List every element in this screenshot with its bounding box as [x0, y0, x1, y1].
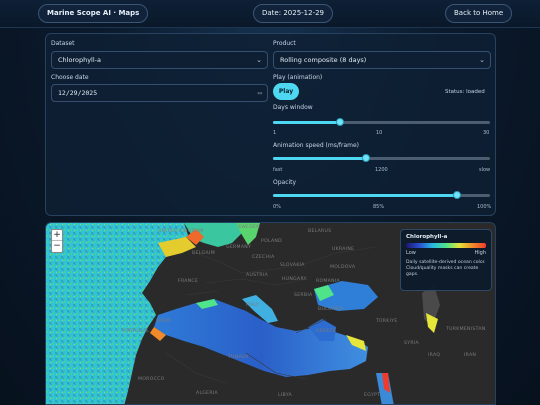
- speed-label: Animation speed (ms/frame): [273, 142, 359, 149]
- days-window-label: Days window: [273, 104, 313, 111]
- date-input-value: 12/29/2025: [58, 89, 98, 97]
- slider-max-label: 100%: [477, 204, 492, 210]
- map-label-moldova: MOLDOVA: [330, 265, 356, 270]
- controls-panel: Dataset Chlorophyll-a ⌄ Choose date 12/2…: [45, 33, 496, 216]
- date-picker-label: Choose date: [51, 74, 89, 81]
- dataset-value: Chlorophyll-a: [58, 56, 101, 64]
- calendar-icon[interactable]: ▭: [258, 85, 262, 101]
- map-label-algeria: ALGERIA: [196, 391, 218, 396]
- map-label-belgium: BELGIUM: [192, 251, 215, 256]
- date-display: Date: 2025-12-29: [253, 4, 334, 23]
- map-label-ukraine: UKRAINE: [332, 247, 355, 252]
- map-label-iraq: IRAQ: [428, 353, 441, 358]
- slider-mid-label: 1200: [375, 167, 388, 173]
- map-label-austria: AUSTRIA: [246, 273, 269, 278]
- opacity-label: Opacity: [273, 179, 297, 186]
- map-label-greece: GREECE: [316, 329, 337, 334]
- map-label-libya: LIBYA: [278, 393, 292, 398]
- map-label-romania: ROMANIA: [316, 279, 340, 284]
- product-select[interactable]: Rolling composite (8 days) ⌄: [273, 51, 491, 69]
- map-label-uk: UNITED KINGDOM: [158, 229, 204, 234]
- map-label-italy: ITALY: [246, 303, 260, 308]
- map-legend: Chlorophyll-a Low High Daily satellite-d…: [400, 229, 492, 291]
- map-label-sweden: SWEDEN: [238, 225, 261, 230]
- map-label-belarus: BELARUS: [308, 229, 332, 234]
- chevron-down-icon: ⌄: [256, 56, 262, 64]
- date-value: 2025-12-29: [283, 9, 325, 17]
- map-label-egypt: EGYPT: [364, 393, 381, 398]
- slider-fill: [273, 121, 341, 124]
- map-label-bulgaria: BULGARIA: [318, 307, 344, 312]
- slider-fill: [273, 157, 367, 160]
- app-title: Marine Scope AI · Maps: [38, 4, 149, 23]
- back-to-home-button[interactable]: Back to Home: [445, 4, 513, 23]
- product-label: Product: [273, 40, 296, 47]
- slider-max-label: slow: [479, 167, 491, 173]
- speed-slider[interactable]: [273, 154, 490, 162]
- days-window-slider[interactable]: [273, 118, 490, 126]
- map-label-poland: POLAND: [261, 239, 282, 244]
- zoom-in-button[interactable]: +: [52, 230, 62, 241]
- legend-color-scale: [406, 243, 486, 248]
- slider-min-label: fast: [273, 167, 283, 173]
- top-bar: Marine Scope AI · Maps Date: 2025-12-29 …: [0, 0, 540, 28]
- slider-mid-label: 85%: [373, 204, 385, 210]
- map-label-turkmenistan: TURKMENISTAN: [446, 327, 486, 332]
- map-label-spain: SPAIN: [156, 319, 171, 324]
- status-text: Status: loaded: [445, 89, 485, 95]
- chevron-down-icon: ⌄: [479, 56, 485, 64]
- map-label-tunisia: TUNISIA: [228, 355, 249, 360]
- dataset-label: Dataset: [51, 40, 75, 47]
- date-input[interactable]: 12/29/2025 ▭: [51, 84, 268, 102]
- slider-fill: [273, 194, 458, 197]
- zoom-control: + −: [51, 229, 63, 253]
- play-button[interactable]: Play: [273, 83, 299, 100]
- map-label-portugal: PORTUGAL: [122, 329, 150, 334]
- legend-low-label: Low: [406, 250, 416, 256]
- map-label-iran: IRAN: [464, 353, 477, 358]
- zoom-out-button[interactable]: −: [52, 241, 62, 252]
- map-label-hungary: HUNGARY: [282, 277, 307, 282]
- map-label-turkey: TÜRKIYE: [376, 319, 398, 324]
- opacity-slider[interactable]: [273, 191, 490, 199]
- slider-min-label: 1: [273, 130, 277, 136]
- map-label-czechia: CZECHIA: [252, 255, 275, 260]
- slider-min-label: 0%: [273, 204, 281, 210]
- date-label: Date:: [262, 9, 282, 17]
- map-label-serbia: SERBIA: [294, 293, 313, 298]
- map-label-france: FRANCE: [178, 279, 199, 284]
- legend-high-label: High: [474, 250, 487, 256]
- map-view[interactable]: SWEDEN UNITED KINGDOM BELARUS POLAND UKR…: [45, 222, 496, 405]
- map-label-germany: GERMANY: [226, 245, 252, 250]
- map-label-slovakia: SLOVAKIA: [280, 263, 305, 268]
- slider-max-label: 30: [483, 130, 490, 136]
- map-label-syria: SYRIA: [404, 341, 419, 346]
- legend-scale-labels: Low High: [406, 250, 486, 257]
- product-value: Rolling composite (8 days): [280, 56, 367, 64]
- slider-mid-label: 10: [376, 130, 383, 136]
- play-label: Play (animation): [273, 74, 323, 81]
- legend-title: Chlorophyll-a: [406, 234, 448, 240]
- legend-note: Daily satellite-derived ocean color. Clo…: [406, 260, 486, 277]
- dataset-select[interactable]: Chlorophyll-a ⌄: [51, 51, 268, 69]
- map-label-morocco: MOROCCO: [138, 377, 165, 382]
